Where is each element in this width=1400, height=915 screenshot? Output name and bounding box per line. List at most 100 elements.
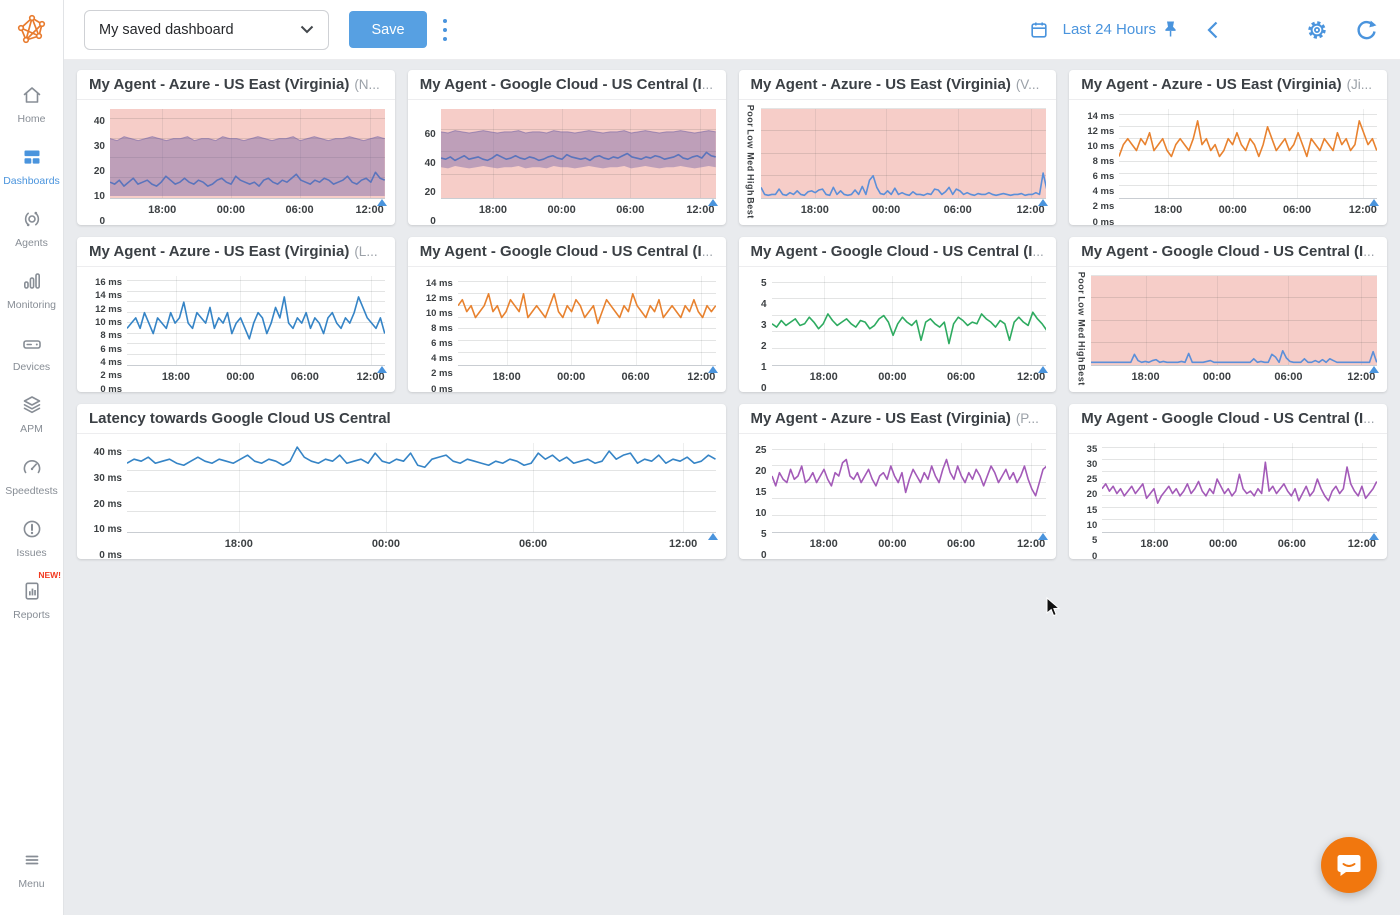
y-tick-label: 20: [425, 188, 436, 198]
time-range-label[interactable]: Last 24 Hours: [1063, 21, 1156, 38]
annotation-marker-icon[interactable]: [1038, 199, 1048, 206]
chevron-left-icon[interactable]: [1205, 20, 1219, 40]
chart-title-text: My Agent - Google Cloud - US Central (I: [1081, 410, 1363, 427]
chart-title: My Agent - Google Cloud - US Central (I.…: [739, 237, 1057, 267]
x-tick-label: 00:00: [1219, 204, 1247, 216]
chart-title-suffix: (P...: [1016, 411, 1039, 426]
y-axis: 0204060: [414, 109, 441, 222]
annotation-marker-icon[interactable]: [377, 199, 387, 206]
x-tick-label: 18:00: [479, 204, 507, 216]
chart-plot[interactable]: [1091, 276, 1377, 366]
chart-plot[interactable]: [127, 276, 385, 366]
chart-card-10[interactable]: My Agent - Azure - US East (Virginia) (P.…: [739, 404, 1057, 559]
dashboard-select[interactable]: My saved dashboard: [84, 10, 329, 50]
apm-icon: [21, 394, 43, 419]
y-tick-label: 6 ms: [431, 339, 453, 349]
sidebar-item-home[interactable]: Home: [0, 74, 63, 136]
annotation-marker-icon[interactable]: [708, 533, 718, 540]
y-axis: 012345: [745, 276, 772, 389]
pin-icon[interactable]: [1162, 20, 1179, 39]
y-tick-label: 4 ms: [100, 358, 122, 368]
annotation-marker-icon[interactable]: [708, 199, 718, 206]
x-tick-label: 00:00: [878, 371, 906, 383]
chart-title-suffix: (N...: [354, 77, 380, 92]
y-tick-label: 2 ms: [100, 371, 122, 381]
y-tick-label: 0: [761, 384, 767, 392]
chart-plot[interactable]: [761, 109, 1047, 199]
y-axis: PoorLowMedHighBest: [1075, 276, 1091, 389]
chart-card-7[interactable]: My Agent - Google Cloud - US Central (I.…: [739, 237, 1057, 392]
sidebar-nav: HomeDashboardsAgentsMonitoringDevicesAPM…: [0, 60, 63, 915]
y-tick-label: 40 ms: [94, 448, 122, 458]
chart-card-6[interactable]: My Agent - Google Cloud - US Central (I.…: [408, 237, 726, 392]
annotation-marker-icon[interactable]: [1369, 366, 1379, 373]
chart-card-5[interactable]: My Agent - Azure - US East (Virginia)(L.…: [77, 237, 395, 392]
chart-title-text: My Agent - Azure - US East (Virginia): [751, 410, 1011, 427]
calendar-icon[interactable]: [1029, 20, 1049, 40]
chat-launcher-button[interactable]: [1321, 837, 1377, 893]
y-tick-label: 40: [94, 117, 105, 127]
sidebar-item-menu[interactable]: Menu: [0, 839, 63, 901]
x-tick-label: 18:00: [493, 371, 521, 383]
sidebar-item-devices[interactable]: Devices: [0, 322, 63, 384]
save-button[interactable]: Save: [349, 11, 427, 48]
chart-title-suffix: (Ji...: [1347, 77, 1373, 92]
y-tick-label: 0 ms: [431, 384, 453, 392]
chart-plot[interactable]: [772, 443, 1047, 533]
y-tick-label: 10: [755, 509, 766, 519]
chart-title-text: My Agent - Azure - US East (Virginia): [89, 76, 349, 93]
sidebar-item-issues[interactable]: Issues: [0, 508, 63, 570]
x-tick-label: 00:00: [1209, 538, 1237, 550]
dashboard-grid: My Agent - Azure - US East (Virginia) (N.…: [64, 60, 1400, 915]
chart-card-4[interactable]: My Agent - Azure - US East (Virginia)(Ji…: [1069, 70, 1387, 225]
sidebar-item-speedtests[interactable]: Speedtests: [0, 446, 63, 508]
chart-plot[interactable]: [127, 443, 716, 533]
y-quality-label: Med: [746, 152, 756, 172]
chart-title-text: My Agent - Azure - US East (Virginia): [751, 76, 1011, 93]
chart-plot[interactable]: [458, 276, 716, 366]
y-quality-label: Poor: [746, 105, 756, 128]
chart-card-3[interactable]: My Agent - Azure - US East (Virginia)(V.…: [739, 70, 1057, 225]
x-axis: 18:0000:0006:0012:00: [127, 366, 385, 389]
annotation-marker-icon[interactable]: [1369, 199, 1379, 206]
sidebar-item-dashboards[interactable]: Dashboards: [0, 136, 63, 198]
annotation-marker-icon[interactable]: [377, 366, 387, 373]
sidebar-item-apm[interactable]: APM: [0, 384, 63, 446]
x-tick-label: 18:00: [1154, 204, 1182, 216]
new-badge: NEW!: [38, 570, 61, 580]
y-tick-label: 60: [425, 130, 436, 140]
y-tick-label: 2: [761, 342, 767, 352]
chart-title-suffix: (L...: [354, 244, 377, 259]
settings-gear-icon[interactable]: [1305, 18, 1329, 42]
y-axis: 0 ms2 ms4 ms6 ms8 ms10 ms12 ms14 ms: [414, 276, 458, 389]
annotation-marker-icon[interactable]: [1038, 533, 1048, 540]
chart-card-11[interactable]: My Agent - Google Cloud - US Central (I.…: [1069, 404, 1387, 559]
sidebar-item-agents[interactable]: Agents: [0, 198, 63, 260]
x-tick-label: 06:00: [616, 204, 644, 216]
chart-card-2[interactable]: My Agent - Google Cloud - US Central (I.…: [408, 70, 726, 225]
y-tick-label: 0: [1092, 551, 1097, 559]
kebab-menu-icon[interactable]: [441, 17, 449, 43]
chart-plot[interactable]: [110, 109, 385, 199]
annotation-marker-icon[interactable]: [708, 366, 718, 373]
chart-card-1[interactable]: My Agent - Azure - US East (Virginia) (N.…: [77, 70, 395, 225]
sidebar-item-monitoring[interactable]: Monitoring: [0, 260, 63, 322]
refresh-icon[interactable]: [1355, 18, 1378, 41]
chart-plot[interactable]: [1102, 443, 1377, 533]
chart-title: My Agent - Google Cloud - US Central (I.…: [408, 70, 726, 100]
chart-card-8[interactable]: My Agent - Google Cloud - US Central (I.…: [1069, 237, 1387, 392]
chart-plot[interactable]: [1119, 109, 1377, 199]
chart-plot[interactable]: [772, 276, 1047, 366]
x-tick-label: 06:00: [519, 538, 547, 550]
annotation-marker-icon[interactable]: [1369, 533, 1379, 540]
devices-icon: [21, 332, 43, 357]
chart-title: My Agent - Azure - US East (Virginia)(Ji…: [1069, 70, 1387, 100]
chart-card-9[interactable]: Latency towards Google Cloud US Central0…: [77, 404, 726, 559]
y-tick-label: 0: [99, 217, 105, 225]
x-tick-label: 00:00: [878, 538, 906, 550]
chart-plot[interactable]: [441, 109, 716, 199]
y-tick-label: 6 ms: [100, 344, 122, 354]
annotation-marker-icon[interactable]: [1038, 366, 1048, 373]
app-logo[interactable]: [0, 0, 63, 60]
sidebar-item-reports[interactable]: ReportsNEW!: [0, 570, 63, 632]
